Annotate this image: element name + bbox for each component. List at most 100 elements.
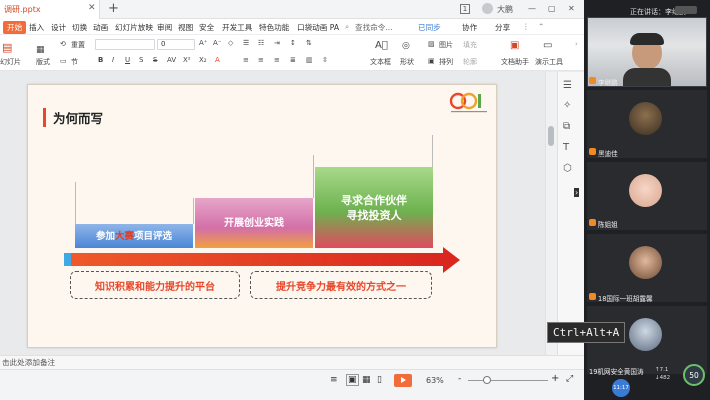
reset-button[interactable]: 重置	[71, 40, 85, 50]
slide-title[interactable]: 为何而写	[53, 108, 103, 127]
picture-button[interactable]: 图片	[439, 40, 453, 50]
progress-arrow[interactable]	[64, 253, 444, 266]
outline-view-icon[interactable]: ≡	[330, 375, 338, 385]
menu-insert[interactable]: 插入	[29, 22, 44, 33]
play-slideshow-button[interactable]	[394, 374, 412, 387]
animation-pane-icon[interactable]: ✧	[563, 100, 571, 111]
shadow-icon[interactable]: S	[139, 56, 143, 64]
new-tab-button[interactable]: +	[108, 1, 119, 16]
collaborate-button[interactable]: 协作	[462, 22, 477, 33]
doc-helper-button[interactable]: 文档助手	[501, 57, 529, 67]
fit-window-icon[interactable]: ⤢	[566, 374, 573, 384]
arrange-button[interactable]: 排列	[439, 57, 453, 67]
command-search[interactable]: 查找命令...	[355, 22, 393, 33]
step-box-partners[interactable]: 寻求合作伙伴 寻找投资人	[315, 167, 433, 248]
copy-format-icon[interactable]: ⧉	[563, 121, 570, 132]
bold-icon[interactable]: B	[98, 56, 103, 64]
clear-format-icon[interactable]: ◇	[228, 39, 233, 47]
align-center-icon[interactable]: ≡	[258, 56, 264, 64]
zoom-slider-knob[interactable]	[483, 376, 491, 384]
share-button[interactable]: 分享	[495, 22, 510, 33]
menu-security[interactable]: 安全	[199, 22, 214, 33]
menu-animation[interactable]: 动画	[93, 22, 108, 33]
menu-review[interactable]: 审阅	[157, 22, 172, 33]
menu-slideshow[interactable]: 幻灯片放映	[115, 22, 153, 33]
shape-button[interactable]: 形状	[400, 57, 414, 67]
slide-sorter-icon[interactable]: ▦	[362, 375, 371, 385]
new-slide-icon[interactable]: ▤	[2, 41, 12, 54]
columns-icon[interactable]: ▥	[306, 56, 313, 64]
step-box-startup[interactable]: 开展创业实践	[195, 198, 313, 248]
dashed-box-platform[interactable]: 知识积累和能力提升的平台	[70, 271, 240, 299]
close-window-icon[interactable]: ✕	[568, 4, 575, 13]
zoom-out-button[interactable]: -	[458, 374, 461, 384]
numbering-icon[interactable]: ☷	[258, 39, 264, 47]
maximize-icon[interactable]: ▢	[548, 4, 556, 13]
ribbon-more-icon[interactable]: ›	[575, 40, 578, 48]
present-tool-icon[interactable]: ▭	[543, 40, 552, 51]
panel-expand-icon[interactable]: ›	[574, 188, 580, 197]
increase-font-icon[interactable]: A⁺	[199, 39, 207, 47]
minimize-icon[interactable]: —	[528, 4, 536, 13]
superscript-icon[interactable]: X²	[183, 56, 191, 64]
step-box-contest[interactable]: 参加大赛项目评选	[75, 224, 193, 248]
dashed-box-competitiveness[interactable]: 提升竞争力最有效的方式之一	[250, 271, 432, 299]
normal-view-icon[interactable]: ▣	[346, 374, 359, 386]
notes-placeholder[interactable]: 击此处添加备注	[2, 357, 55, 368]
layout-icon[interactable]: ▦	[36, 45, 45, 55]
text-tool-icon[interactable]: T	[563, 142, 569, 153]
doc-helper-icon[interactable]: ▣	[510, 40, 519, 51]
menu-features[interactable]: 特色功能	[259, 22, 289, 33]
user-avatar-icon[interactable]	[482, 3, 493, 14]
section-button[interactable]: 节	[71, 57, 78, 67]
align-right-icon[interactable]: ≡	[274, 56, 280, 64]
textbox-icon[interactable]: A⃞	[375, 40, 388, 51]
zoom-in-button[interactable]: +	[551, 373, 559, 384]
properties-icon[interactable]: ☰	[563, 80, 572, 91]
menu-view[interactable]: 视图	[178, 22, 193, 33]
align-text-icon[interactable]: ⇳	[322, 56, 328, 64]
picture-icon[interactable]: ▨	[428, 40, 435, 48]
reset-icon[interactable]: ⟲	[60, 40, 66, 48]
close-tab-icon[interactable]: ✕	[88, 3, 96, 13]
text-direction-icon[interactable]: ⇅	[306, 39, 312, 47]
present-tool-button[interactable]: 演示工具	[535, 57, 563, 67]
align-left-icon[interactable]: ≡	[243, 56, 249, 64]
textbox-button[interactable]: 文本框	[370, 57, 391, 67]
vertical-scrollbar[interactable]	[545, 72, 557, 355]
font-size-field[interactable]: 0	[157, 39, 195, 50]
justify-icon[interactable]: ≣	[290, 56, 296, 64]
menu-devtools[interactable]: 开发工具	[222, 22, 252, 33]
user-name[interactable]: 大鹏	[497, 4, 513, 15]
reading-view-icon[interactable]: ▯	[377, 375, 382, 385]
decrease-font-icon[interactable]: A⁻	[213, 39, 221, 47]
page-badge[interactable]: 1	[460, 4, 470, 14]
char-spacing-icon[interactable]: AV	[167, 56, 176, 64]
doc-tab[interactable]: 调研.pptx ✕	[0, 0, 100, 19]
more-menu-icon[interactable]: ⋮	[522, 22, 530, 31]
bullets-icon[interactable]: ☰	[243, 39, 249, 47]
font-color-icon[interactable]: A	[215, 56, 220, 64]
shape-icon[interactable]: ◎	[402, 41, 410, 51]
strikethrough-icon[interactable]: S	[153, 56, 157, 64]
italic-icon[interactable]: I	[112, 56, 114, 64]
layout-button[interactable]: 版式	[36, 57, 50, 67]
underline-icon[interactable]: U	[125, 56, 130, 64]
indent-icon[interactable]: ⇥	[274, 39, 280, 47]
subscript-icon[interactable]: X₂	[199, 56, 207, 64]
new-slide-label[interactable]: 幻灯片	[0, 57, 21, 67]
outline-button[interactable]: 轮廓	[463, 57, 477, 67]
zoom-level[interactable]: 63%	[426, 376, 444, 385]
menu-pocket-animation[interactable]: 口袋动画 PA	[297, 22, 339, 33]
arrange-icon[interactable]: ▣	[428, 57, 435, 65]
shape-style-icon[interactable]: ⬡	[563, 163, 572, 174]
section-icon[interactable]: ▭	[60, 57, 67, 65]
menu-transition[interactable]: 切换	[72, 22, 87, 33]
line-spacing-icon[interactable]: ↕	[290, 39, 296, 47]
fill-button[interactable]: 填充	[463, 40, 477, 50]
menu-design[interactable]: 设计	[51, 22, 66, 33]
font-name-field[interactable]	[95, 39, 155, 50]
sync-status[interactable]: 已同步	[418, 22, 441, 33]
scrollbar-thumb[interactable]	[548, 126, 554, 146]
zoom-slider[interactable]	[468, 380, 548, 381]
